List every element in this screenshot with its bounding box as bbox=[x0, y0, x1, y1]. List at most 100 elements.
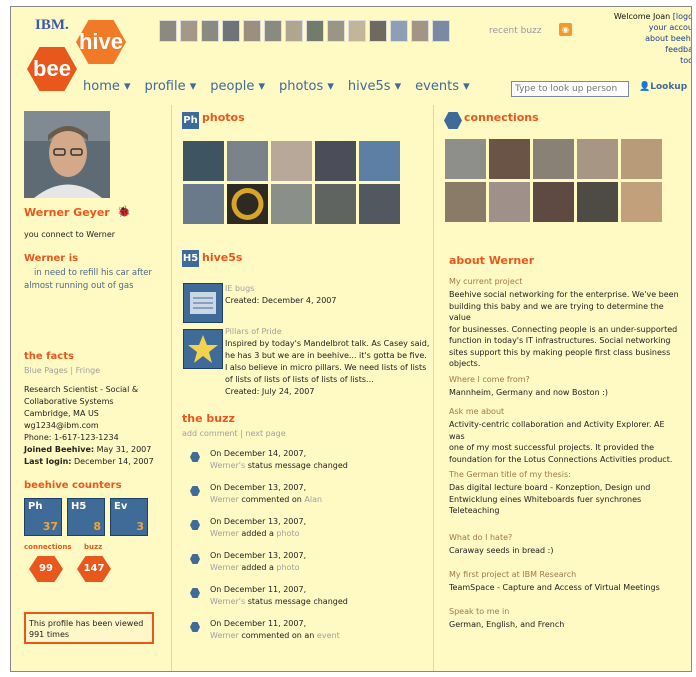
status-text-line2: almost running out of gas bbox=[24, 281, 134, 291]
connection-avatar[interactable] bbox=[533, 139, 574, 179]
list-icon bbox=[190, 292, 216, 314]
photo-thumb[interactable] bbox=[359, 141, 400, 181]
recent-user-thumb[interactable] bbox=[201, 20, 219, 42]
hive5-icon-star[interactable] bbox=[183, 329, 223, 369]
recent-buzz-thumbnails bbox=[159, 20, 450, 42]
connection-avatar[interactable] bbox=[577, 182, 618, 222]
recent-user-thumb[interactable] bbox=[159, 20, 177, 42]
photos-title[interactable]: photos bbox=[202, 111, 245, 124]
facts-links[interactable]: Blue Pages | Fringe bbox=[24, 366, 100, 375]
connections-count-badge[interactable]: 99 bbox=[29, 556, 63, 582]
photo-thumb[interactable] bbox=[183, 184, 224, 224]
bee-logo-word: bee bbox=[33, 56, 71, 81]
about-value: German, English, and French bbox=[449, 620, 565, 629]
logout-link[interactable]: [logo bbox=[673, 12, 691, 21]
nav-hive5s[interactable]: hive5s ▾ bbox=[348, 79, 401, 94]
counter-photos[interactable]: Ph 37 bbox=[24, 498, 62, 536]
top-links: Welcome Joan [logo your accou about beeh… bbox=[613, 11, 691, 66]
connections-counter-label: connections bbox=[24, 543, 72, 551]
about-value: Caraway seeds in bread :) bbox=[449, 546, 554, 555]
photos-badge: Ph bbox=[182, 112, 199, 129]
about-title: about Werner bbox=[449, 254, 535, 267]
hive-logo-hex[interactable]: hive bbox=[76, 20, 126, 64]
photo-thumb[interactable] bbox=[271, 141, 312, 181]
about-beehive-link[interactable]: about beehi bbox=[614, 33, 691, 44]
main-nav: home ▾ profile ▾ people ▾ photos ▾ hive5… bbox=[83, 79, 470, 94]
counter-hive5s[interactable]: H5 8 bbox=[67, 498, 105, 536]
connection-avatar[interactable] bbox=[533, 182, 574, 222]
person-icon: 👤 bbox=[639, 82, 651, 92]
coffee-logo-icon bbox=[231, 188, 264, 220]
recent-user-thumb[interactable] bbox=[285, 20, 303, 42]
hive5s-title[interactable]: hive5s bbox=[202, 251, 242, 264]
nav-home[interactable]: home ▾ bbox=[83, 79, 131, 94]
last-login: Last login: December 14, 2007 bbox=[24, 457, 154, 466]
connection-avatar[interactable] bbox=[621, 139, 662, 179]
photo-thumb[interactable] bbox=[315, 141, 356, 181]
profile-sidebar: Werner Geyer 🐞 you connect to Werner Wer… bbox=[11, 105, 166, 671]
hive5-icon-list[interactable] bbox=[183, 283, 223, 323]
buzz-actions[interactable]: add comment | next page bbox=[182, 429, 286, 438]
photo-thumb[interactable] bbox=[315, 184, 356, 224]
recent-user-thumb[interactable] bbox=[180, 20, 198, 42]
connections-title[interactable]: connections bbox=[464, 111, 539, 124]
connect-status: you connect to Werner bbox=[24, 230, 116, 239]
photo-thumb[interactable] bbox=[359, 184, 400, 224]
recent-user-thumb[interactable] bbox=[390, 20, 408, 42]
feedback-link[interactable]: feedba bbox=[614, 44, 691, 55]
about-label: Speak to me in bbox=[449, 607, 510, 616]
counter-events[interactable]: Ev 3 bbox=[110, 498, 148, 536]
your-account-link[interactable]: your accou bbox=[614, 22, 691, 33]
job-title-line1: Research Scientist - Social & bbox=[24, 385, 139, 394]
photo-thumb[interactable] bbox=[227, 141, 268, 181]
recent-user-thumb[interactable] bbox=[348, 20, 366, 42]
people-search-input[interactable] bbox=[511, 81, 629, 97]
recent-user-thumb[interactable] bbox=[432, 20, 450, 42]
ibm-logo: IBM. bbox=[35, 17, 69, 33]
buzz-counter-label: buzz bbox=[84, 543, 103, 551]
lookup-button[interactable]: 👤Lookup bbox=[639, 82, 687, 92]
nav-people[interactable]: people ▾ bbox=[210, 79, 265, 94]
connection-avatar[interactable] bbox=[621, 182, 662, 222]
viewed-line2: 991 times bbox=[29, 630, 70, 639]
buzz-item: On December 13, 2007, Werner commented on… bbox=[210, 483, 323, 504]
buzz-item: On December 13, 2007, Werner added a phot… bbox=[210, 551, 307, 572]
viewed-line1: This profile has been viewed bbox=[29, 619, 144, 628]
photo-thumb[interactable] bbox=[183, 141, 224, 181]
nav-events[interactable]: events ▾ bbox=[415, 79, 469, 94]
recent-user-thumb[interactable] bbox=[264, 20, 282, 42]
hive5-title-pillars[interactable]: Pillars of Pride bbox=[225, 327, 282, 336]
connection-avatar[interactable] bbox=[445, 182, 486, 222]
nav-photos[interactable]: photos ▾ bbox=[279, 79, 334, 94]
photo-thumb[interactable] bbox=[227, 184, 268, 224]
buzz-item: On December 14, 2007, Werner's status mes… bbox=[210, 449, 348, 470]
rss-icon[interactable]: ◉ bbox=[559, 23, 572, 36]
about-label: The German title of my thesis: bbox=[449, 470, 571, 479]
right-column: connections about Werner My current proj… bbox=[433, 105, 691, 671]
hive5-title-ie-bugs[interactable]: IE bugs bbox=[225, 284, 254, 293]
bee-logo-hex[interactable]: bee bbox=[27, 47, 77, 91]
connection-avatar[interactable] bbox=[577, 139, 618, 179]
connection-avatar[interactable] bbox=[489, 182, 530, 222]
about-value: Beehive social networking for the enterp… bbox=[449, 290, 679, 368]
recent-user-thumb[interactable] bbox=[327, 20, 345, 42]
welcome-text: Welcome Joan bbox=[613, 12, 671, 21]
recent-user-thumb[interactable] bbox=[243, 20, 261, 42]
email[interactable]: wg1234@ibm.com bbox=[24, 421, 99, 430]
header: IBM. hive bee recent buzz ◉ Welcome Joan… bbox=[11, 7, 691, 105]
about-label: What do I hate? bbox=[449, 533, 513, 542]
buzz-count-badge[interactable]: 147 bbox=[77, 556, 111, 582]
nav-profile[interactable]: profile ▾ bbox=[145, 79, 197, 94]
connection-avatar[interactable] bbox=[445, 139, 486, 179]
recent-user-thumb[interactable] bbox=[306, 20, 324, 42]
tools-link[interactable]: too bbox=[614, 55, 691, 66]
buzz-bullet-icon bbox=[190, 486, 200, 496]
buzz-bullet-icon bbox=[190, 588, 200, 598]
recent-user-thumb[interactable] bbox=[369, 20, 387, 42]
recent-buzz-link[interactable]: recent buzz bbox=[489, 26, 541, 36]
person-portrait-icon bbox=[24, 111, 110, 198]
photo-thumb[interactable] bbox=[271, 184, 312, 224]
recent-user-thumb[interactable] bbox=[411, 20, 429, 42]
recent-user-thumb[interactable] bbox=[222, 20, 240, 42]
connection-avatar[interactable] bbox=[489, 139, 530, 179]
